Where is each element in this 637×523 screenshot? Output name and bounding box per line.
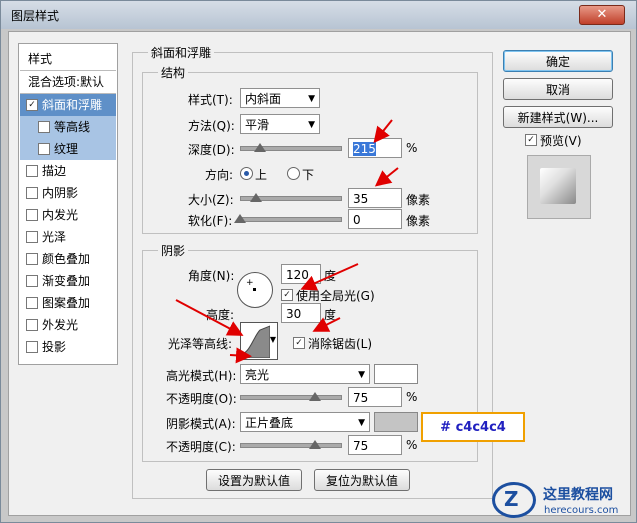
arrow-global-light [300, 263, 359, 291]
annotation-arrows [175, 119, 399, 364]
arrow-size [374, 167, 399, 187]
watermark-text: 这里教程网 [543, 487, 613, 503]
arrow-contour [175, 299, 244, 336]
color-callout: # c4c4c4 [421, 412, 525, 442]
arrow-antialias [312, 317, 341, 332]
arrow-depth [373, 119, 393, 144]
watermark-logo: Z [492, 482, 536, 518]
watermark-url: herecours.com [544, 505, 619, 516]
logo-glyph: Z [504, 487, 519, 511]
arrow-contour-2 [229, 347, 252, 364]
